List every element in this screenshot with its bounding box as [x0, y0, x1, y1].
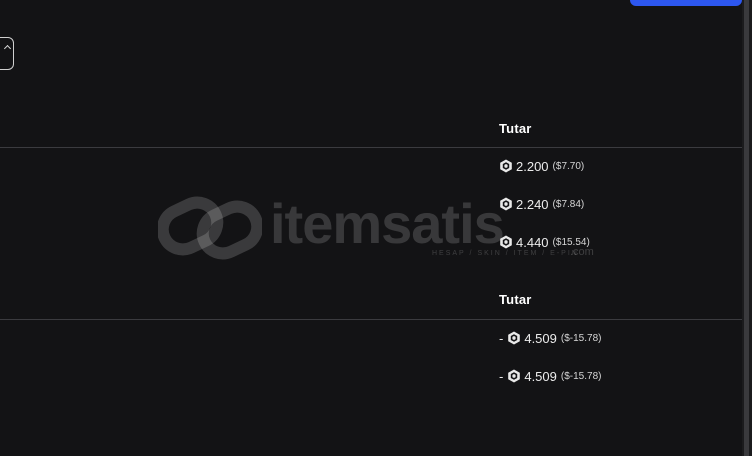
usd-value: ($-15.78) [560, 370, 602, 382]
income-header-divider [0, 147, 742, 148]
usd-value: ($7.70) [552, 160, 585, 172]
coin-icon [507, 331, 521, 345]
watermark-tagline: HESAP / SKIN / ITEM / E-PIN [432, 250, 579, 257]
income-row: 2.240 ($7.84) [499, 195, 584, 213]
minus-sign: - [499, 330, 504, 346]
amount-value: 4.440 [516, 234, 549, 250]
collapse-button[interactable] [0, 37, 14, 70]
income-row: 2.200 ($7.70) [499, 157, 584, 175]
coin-icon [507, 369, 521, 383]
coin-icon [499, 159, 513, 173]
expense-amount-header: Tutar [499, 292, 532, 307]
watermark-text: itemsatis [270, 192, 505, 255]
amount-value: 4.509 [524, 368, 557, 384]
income-row: 4.440 ($15.54) [499, 233, 590, 251]
amount-value: 4.509 [524, 330, 557, 346]
expense-row: - 4.509 ($-15.78) [499, 367, 601, 385]
page-root: Tutar 2.200 ($7.70) 2.240 ($7.84) 4.440 … [0, 0, 752, 456]
amount-value: 2.200 [516, 158, 549, 174]
scrollbar-thumb[interactable] [744, 0, 749, 456]
usd-value: ($-15.78) [560, 332, 602, 344]
usd-value: ($7.84) [552, 198, 585, 210]
expense-header-divider [0, 319, 742, 320]
chevron-up-icon [3, 44, 12, 53]
expense-row: - 4.509 ($-15.78) [499, 329, 601, 347]
coin-icon [499, 197, 513, 211]
top-primary-button[interactable] [630, 0, 742, 6]
coin-icon [499, 235, 513, 249]
minus-sign: - [499, 368, 504, 384]
watermark-logo-icon [158, 196, 262, 260]
amount-value: 2.240 [516, 196, 549, 212]
usd-value: ($15.54) [552, 236, 590, 248]
income-amount-header: Tutar [499, 121, 532, 136]
